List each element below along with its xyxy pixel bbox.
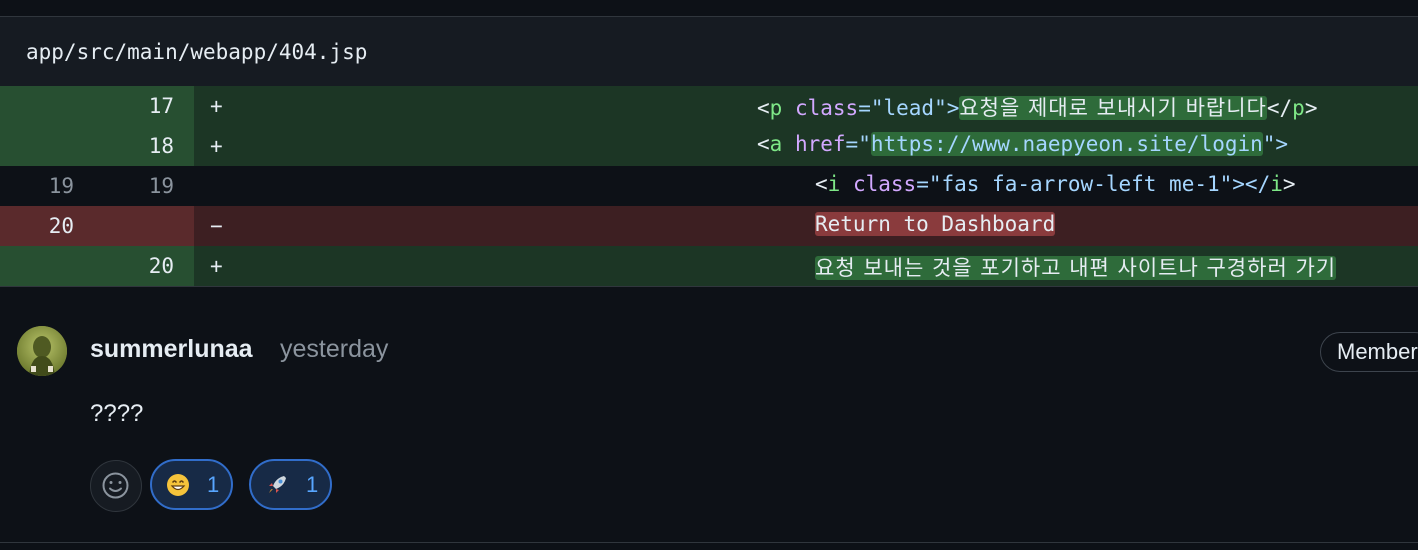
- diff-marker: +: [210, 254, 223, 278]
- diff-marker: −: [210, 214, 223, 238]
- reaction-rocket-button[interactable]: 1: [249, 459, 332, 510]
- file-path[interactable]: app/src/main/webapp/404.jsp: [26, 40, 367, 64]
- grinning-face-icon: [167, 473, 189, 496]
- diff-row-added: 18 + <a href="https://www.naepyeon.site/…: [0, 126, 1418, 166]
- diff-marker: +: [210, 94, 223, 118]
- member-badge: Member: [1320, 332, 1418, 372]
- new-line-number[interactable]: 17: [114, 94, 174, 118]
- rocket-icon: [269, 475, 286, 493]
- add-reaction-button[interactable]: [90, 460, 142, 512]
- new-line-number[interactable]: 20: [114, 254, 174, 278]
- code-line: <a href="https://www.naepyeon.site/login…: [757, 132, 1289, 156]
- diff-table: 17 + <p class="lead">요청을 제대로 보내시기 바랍니다</…: [0, 86, 1418, 286]
- divider: [0, 542, 1418, 543]
- old-line-number[interactable]: 20: [14, 214, 74, 238]
- file-header: app/src/main/webapp/404.jsp: [0, 17, 1418, 86]
- avatar-icon: [17, 326, 67, 376]
- diff-row-deleted: 20 − Return to Dashboard: [0, 206, 1418, 246]
- old-line-number[interactable]: 19: [14, 174, 74, 198]
- comment-author[interactable]: summerlunaa: [90, 335, 253, 364]
- avatar[interactable]: [17, 326, 67, 376]
- diff-row-context: 19 19 <i class="fas fa-arrow-left me-1">…: [0, 166, 1418, 206]
- reaction-count: 1: [306, 471, 319, 497]
- comment-timestamp[interactable]: yesterday: [280, 335, 388, 364]
- divider: [0, 286, 1418, 287]
- code-line: <p class="lead">요청을 제대로 보내시기 바랍니다</p>: [757, 96, 1318, 120]
- comment-body: ????: [90, 400, 144, 427]
- reaction-count: 1: [207, 471, 220, 497]
- diff-marker: +: [210, 134, 223, 158]
- code-line: Return to Dashboard: [815, 212, 1056, 236]
- diff-row-added: 17 + <p class="lead">요청을 제대로 보내시기 바랍니다</…: [0, 86, 1418, 126]
- diff-row-added: 20 + 요청 보내는 것을 포기하고 내편 사이트나 구경하러 가기: [0, 246, 1418, 286]
- new-line-number[interactable]: 18: [114, 134, 174, 158]
- reaction-smile-button[interactable]: 1: [150, 459, 233, 510]
- new-line-number[interactable]: 19: [114, 174, 174, 198]
- code-line: 요청 보내는 것을 포기하고 내편 사이트나 구경하러 가기: [815, 256, 1337, 280]
- smiley-icon: [102, 472, 129, 499]
- code-line: <i class="fas fa-arrow-left me-1"></i>: [815, 172, 1296, 196]
